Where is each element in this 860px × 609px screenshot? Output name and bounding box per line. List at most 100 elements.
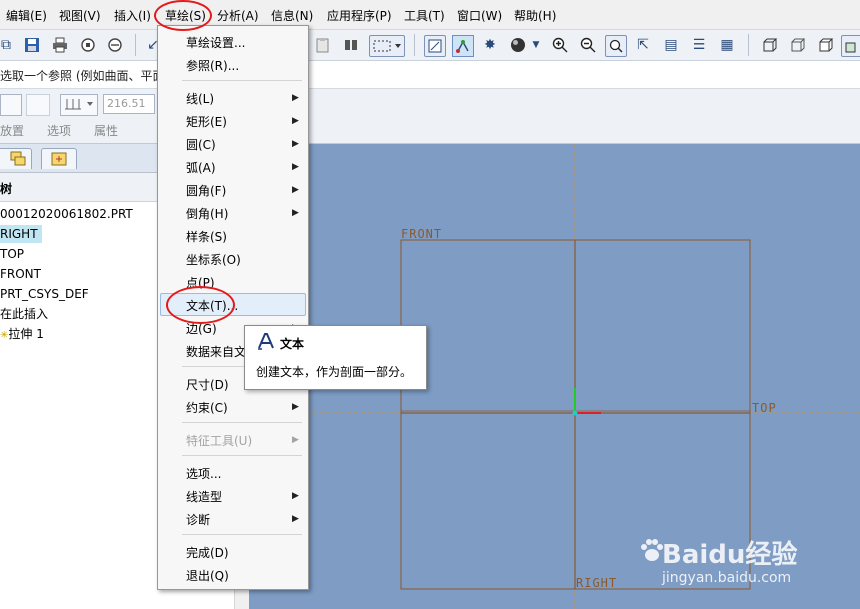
- spin-center-icon[interactable]: ✸: [480, 35, 500, 55]
- shaded-icon[interactable]: [841, 35, 860, 57]
- main-toolbar: ⧉ ↙ ✸ ▼ ⇱ ▤ ☰ ▦: [0, 30, 860, 61]
- baidu-watermark: Baidu经验 jingyan.baidu.com: [640, 534, 840, 594]
- annotation-circle-sketch-menu: [154, 0, 212, 31]
- open-icon[interactable]: ⧉: [0, 35, 16, 55]
- wireframe-icon[interactable]: [760, 35, 780, 55]
- tree-item-csys[interactable]: PRT_CSYS_DEF: [0, 285, 89, 303]
- submenu-arrow-icon: ▶: [292, 139, 299, 149]
- menu-item-arc[interactable]: 弧(A): [186, 159, 216, 176]
- saved-views-icon[interactable]: ▤: [661, 35, 681, 55]
- tree-item-extrude-label: 拉伸 1: [8, 327, 44, 341]
- datum-label-front: FRONT: [401, 227, 443, 241]
- no-hidden-icon[interactable]: [816, 35, 836, 55]
- tree-item-right[interactable]: RIGHT: [0, 225, 42, 243]
- menu-item-constrain[interactable]: 约束(C): [186, 399, 228, 416]
- menu-item-line-style[interactable]: 线造型: [186, 488, 222, 505]
- print-icon[interactable]: [50, 35, 70, 55]
- menu-analysis[interactable]: 分析(A): [217, 7, 259, 24]
- tree-item-extrude[interactable]: ✳拉伸 1: [0, 325, 44, 343]
- datum-label-right: RIGHT: [576, 576, 618, 590]
- menu-item-diagnose[interactable]: 诊断: [186, 511, 210, 528]
- submenu-arrow-icon: ▶: [292, 93, 299, 103]
- menu-item-references[interactable]: 参照(R)...: [186, 57, 239, 74]
- paw-logo-icon: [641, 539, 663, 561]
- menu-item-circle[interactable]: 圆(C): [186, 136, 216, 153]
- menu-item-options[interactable]: 选项...: [186, 465, 221, 482]
- model-tree-title: 树: [0, 182, 13, 196]
- annotation-circle-text-item: [166, 286, 235, 324]
- submenu-arrow-icon: ▶: [292, 162, 299, 172]
- tooltip-title: 文本: [280, 337, 305, 351]
- find-icon[interactable]: [341, 35, 361, 55]
- view-manager-icon[interactable]: ▦: [717, 35, 737, 55]
- reorient-icon[interactable]: ⇱: [633, 35, 653, 55]
- menu-item-coordinate-system[interactable]: 坐标系(O): [186, 251, 241, 268]
- menu-item-quit[interactable]: 退出(Q): [186, 567, 229, 584]
- menu-info[interactable]: 信息(N): [271, 7, 313, 24]
- depth-option-icon[interactable]: [60, 94, 98, 116]
- menu-bar: 编辑(E) 视图(V) 插入(I) 草绘(S) 分析(A) 信息(N) 应用程序…: [0, 0, 860, 30]
- selection-box-icon[interactable]: [369, 35, 405, 57]
- save-icon[interactable]: [22, 35, 42, 55]
- tree-item-insert-here[interactable]: 在此插入: [0, 305, 48, 323]
- tree-item-part[interactable]: 00012020061802.PRT: [0, 205, 133, 223]
- zoom-in-icon[interactable]: [550, 35, 570, 55]
- menu-tools[interactable]: 工具(T): [404, 7, 445, 24]
- menu-edit[interactable]: 编辑(E): [6, 7, 47, 24]
- menu-item-fillet[interactable]: 圆角(F): [186, 182, 226, 199]
- text-tool-icon: [256, 331, 276, 354]
- menu-help[interactable]: 帮助(H): [514, 7, 556, 24]
- submenu-arrow-icon: ▶: [292, 435, 299, 445]
- watermark-title: Baidu经验: [662, 540, 798, 570]
- chevron-down-icon[interactable]: ▼: [530, 35, 542, 55]
- submenu-arrow-icon: ▶: [292, 491, 299, 501]
- submenu-arrow-icon: ▶: [292, 116, 299, 126]
- sketch-node-icon[interactable]: [452, 35, 474, 57]
- surface-icon[interactable]: [26, 94, 50, 116]
- menu-separator: [182, 534, 302, 535]
- menu-item-chamfer[interactable]: 倒角(H): [186, 205, 228, 222]
- menu-item-rectangle[interactable]: 矩形(E): [186, 113, 227, 130]
- prompt-message: 选取一个参照 (例如曲面、平面或: [0, 69, 177, 83]
- depth-input[interactable]: 216.51: [103, 94, 155, 114]
- tab-folder-browser[interactable]: [41, 148, 77, 169]
- tab-placement[interactable]: 放置: [0, 122, 24, 139]
- menu-item-data-from-file[interactable]: 数据来自文: [186, 343, 246, 360]
- submenu-arrow-icon: ▶: [292, 185, 299, 195]
- tree-item-top[interactable]: TOP: [0, 245, 24, 263]
- shading-sphere-icon[interactable]: [508, 35, 528, 55]
- menu-separator: [182, 455, 302, 456]
- datum-label-top: TOP: [752, 401, 777, 415]
- message-area: 选取一个参照 (例如曲面、平面或: [0, 61, 860, 89]
- submenu-arrow-icon: ▶: [292, 402, 299, 412]
- tab-model-tree[interactable]: [0, 148, 32, 169]
- menu-item-feature-tools: 特征工具(U): [186, 434, 253, 448]
- solid-icon[interactable]: [0, 94, 22, 116]
- menu-item-spline[interactable]: 样条(S): [186, 228, 227, 245]
- menu-item-done[interactable]: 完成(D): [186, 544, 229, 561]
- text-tooltip: 文本 创建文本，作为剖面一部分。: [244, 325, 427, 390]
- tab-properties[interactable]: 属性: [94, 122, 118, 139]
- paste-icon[interactable]: [313, 35, 333, 55]
- extrude-dashboard: 216.51 放置 选项 属性: [0, 89, 860, 144]
- menu-item-sketch-setup[interactable]: 草绘设置...: [186, 34, 245, 51]
- send-link-icon[interactable]: [105, 35, 125, 55]
- menu-view[interactable]: 视图(V): [59, 7, 101, 24]
- layers-icon[interactable]: ☰: [689, 35, 709, 55]
- tab-options[interactable]: 选项: [47, 122, 71, 139]
- tree-item-front[interactable]: FRONT: [0, 265, 41, 283]
- menu-insert[interactable]: 插入(I): [114, 7, 151, 24]
- submenu-arrow-icon: ▶: [292, 514, 299, 524]
- send-mail-icon[interactable]: [78, 35, 98, 55]
- menu-window[interactable]: 窗口(W): [457, 7, 502, 24]
- fit-view-icon[interactable]: [605, 35, 627, 57]
- menu-applications[interactable]: 应用程序(P): [327, 7, 392, 24]
- hidden-line-icon[interactable]: [788, 35, 808, 55]
- menu-separator: [182, 422, 302, 423]
- menu-separator: [182, 80, 302, 81]
- menu-item-dimension[interactable]: 尺寸(D): [186, 376, 229, 393]
- refit-icon[interactable]: [424, 35, 446, 57]
- menu-item-line[interactable]: 线(L): [186, 90, 214, 107]
- watermark-url: jingyan.baidu.com: [662, 570, 792, 586]
- zoom-out-icon[interactable]: [578, 35, 598, 55]
